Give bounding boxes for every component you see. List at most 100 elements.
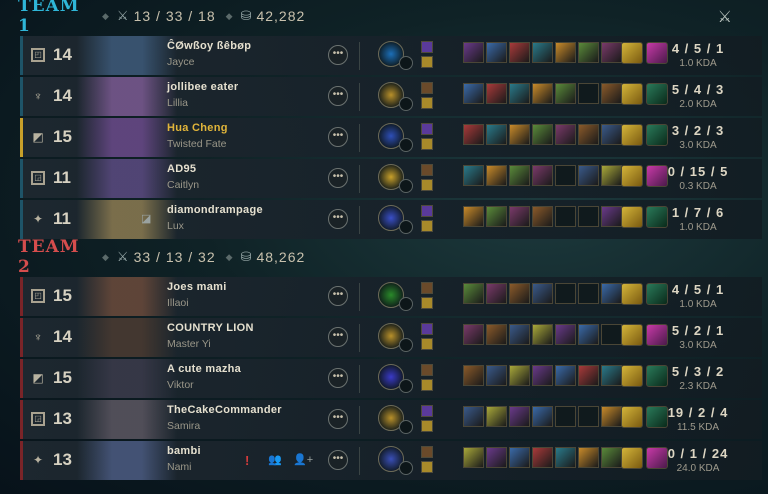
item-slot-5-icon[interactable]: [555, 406, 576, 427]
item-slot-3-icon[interactable]: [509, 447, 530, 468]
item-slot-6-icon[interactable]: [578, 124, 599, 145]
item-slot-1-icon[interactable]: [463, 42, 484, 63]
report-warning-icon[interactable]: !: [245, 453, 249, 468]
item-slot-3-icon[interactable]: [509, 283, 530, 304]
trinket-icon[interactable]: [621, 124, 643, 146]
player-row[interactable]: ♆ 14 jollibee eater Lillia ••• 5 / 4 / 3…: [20, 77, 762, 116]
more-options-button[interactable]: •••: [328, 286, 348, 306]
player-row[interactable]: ✦ 13 bambi Nami ••• 0 / 1 / 24 24.0 KDA …: [20, 441, 762, 480]
item-slot-5-icon[interactable]: [555, 283, 576, 304]
item-slot-2-icon[interactable]: [486, 124, 507, 145]
item-slot-3-icon[interactable]: [509, 365, 530, 386]
more-options-button[interactable]: •••: [328, 168, 348, 188]
item-slot-7-icon[interactable]: [601, 447, 622, 468]
trinket-icon[interactable]: [621, 447, 643, 469]
player-row[interactable]: ♆ 14 COUNTRY LION Master Yi ••• 5 / 2 / …: [20, 318, 762, 357]
trinket-icon[interactable]: [621, 206, 643, 228]
item-slot-1-icon[interactable]: [463, 124, 484, 145]
more-options-button[interactable]: •••: [328, 368, 348, 388]
item-slot-1-icon[interactable]: [463, 83, 484, 104]
item-slot-5-icon[interactable]: [555, 324, 576, 345]
quest-item-icon[interactable]: [646, 124, 668, 146]
item-slot-1-icon[interactable]: [463, 283, 484, 304]
quest-item-icon[interactable]: [646, 206, 668, 228]
item-slot-5-icon[interactable]: [555, 365, 576, 386]
item-slot-2-icon[interactable]: [486, 406, 507, 427]
item-slot-2-icon[interactable]: [486, 283, 507, 304]
item-slot-4-icon[interactable]: [532, 365, 553, 386]
player-name[interactable]: Hua Cheng: [167, 122, 228, 134]
item-slot-2-icon[interactable]: [486, 324, 507, 345]
more-options-button[interactable]: •••: [328, 450, 348, 470]
item-slot-7-icon[interactable]: [601, 124, 622, 145]
item-slot-5-icon[interactable]: [555, 124, 576, 145]
quest-item-icon[interactable]: [646, 165, 668, 187]
item-slot-4-icon[interactable]: [532, 324, 553, 345]
item-slot-7-icon[interactable]: [601, 42, 622, 63]
item-slot-4-icon[interactable]: [532, 42, 553, 63]
item-slot-4-icon[interactable]: [532, 406, 553, 427]
item-slot-7-icon[interactable]: [601, 83, 622, 104]
friends-icon[interactable]: 👥: [268, 453, 282, 466]
item-slot-4-icon[interactable]: [532, 447, 553, 468]
item-slot-1-icon[interactable]: [463, 165, 484, 186]
more-options-button[interactable]: •••: [328, 45, 348, 65]
quest-item-icon[interactable]: [646, 83, 668, 105]
add-friend-icon[interactable]: 👤+: [293, 453, 313, 466]
item-slot-3-icon[interactable]: [509, 42, 530, 63]
trinket-icon[interactable]: [621, 165, 643, 187]
item-slot-6-icon[interactable]: [578, 447, 599, 468]
item-slot-1-icon[interactable]: [463, 447, 484, 468]
player-name[interactable]: diamondrampage: [167, 204, 263, 216]
item-slot-1-icon[interactable]: [463, 406, 484, 427]
item-slot-7-icon[interactable]: [601, 165, 622, 186]
item-slot-5-icon[interactable]: [555, 206, 576, 227]
player-row[interactable]: ◲ 13 TheCakeCommander Samira ••• 19 / 2 …: [20, 400, 762, 439]
player-name[interactable]: COUNTRY LION: [167, 322, 254, 334]
item-slot-5-icon[interactable]: [555, 83, 576, 104]
item-slot-7-icon[interactable]: [601, 406, 622, 427]
item-slot-6-icon[interactable]: [578, 206, 599, 227]
crossed-swords-icon[interactable]: ⚔: [718, 7, 732, 27]
item-slot-7-icon[interactable]: [601, 324, 622, 345]
item-slot-5-icon[interactable]: [555, 165, 576, 186]
item-slot-4-icon[interactable]: [532, 83, 553, 104]
quest-item-icon[interactable]: [646, 42, 668, 64]
more-options-button[interactable]: •••: [328, 209, 348, 229]
more-options-button[interactable]: •••: [328, 86, 348, 106]
item-slot-4-icon[interactable]: [532, 206, 553, 227]
item-slot-3-icon[interactable]: [509, 406, 530, 427]
more-options-button[interactable]: •••: [328, 127, 348, 147]
item-slot-1-icon[interactable]: [463, 365, 484, 386]
quest-item-icon[interactable]: [646, 447, 668, 469]
player-name[interactable]: Joes mami: [167, 281, 227, 293]
quest-item-icon[interactable]: [646, 283, 668, 305]
item-slot-4-icon[interactable]: [532, 165, 553, 186]
quest-item-icon[interactable]: [646, 406, 668, 428]
trinket-icon[interactable]: [621, 324, 643, 346]
item-slot-6-icon[interactable]: [578, 83, 599, 104]
item-slot-2-icon[interactable]: [486, 206, 507, 227]
item-slot-6-icon[interactable]: [578, 165, 599, 186]
item-slot-5-icon[interactable]: [555, 447, 576, 468]
item-slot-1-icon[interactable]: [463, 324, 484, 345]
player-name[interactable]: bambi: [167, 445, 201, 457]
trinket-icon[interactable]: [621, 406, 643, 428]
player-name[interactable]: AD95: [167, 163, 196, 175]
item-slot-4-icon[interactable]: [532, 124, 553, 145]
item-slot-1-icon[interactable]: [463, 206, 484, 227]
player-row[interactable]: ✦ 11 diamondrampage Lux ••• 1 / 7 / 6 1.…: [20, 200, 762, 239]
item-slot-6-icon[interactable]: [578, 283, 599, 304]
item-slot-4-icon[interactable]: [532, 283, 553, 304]
item-slot-2-icon[interactable]: [486, 83, 507, 104]
more-options-button[interactable]: •••: [328, 409, 348, 429]
trinket-icon[interactable]: [621, 83, 643, 105]
item-slot-6-icon[interactable]: [578, 365, 599, 386]
muted-icon[interactable]: ◪: [141, 212, 151, 225]
quest-item-icon[interactable]: [646, 365, 668, 387]
item-slot-2-icon[interactable]: [486, 165, 507, 186]
item-slot-7-icon[interactable]: [601, 206, 622, 227]
item-slot-3-icon[interactable]: [509, 83, 530, 104]
item-slot-3-icon[interactable]: [509, 124, 530, 145]
item-slot-6-icon[interactable]: [578, 406, 599, 427]
